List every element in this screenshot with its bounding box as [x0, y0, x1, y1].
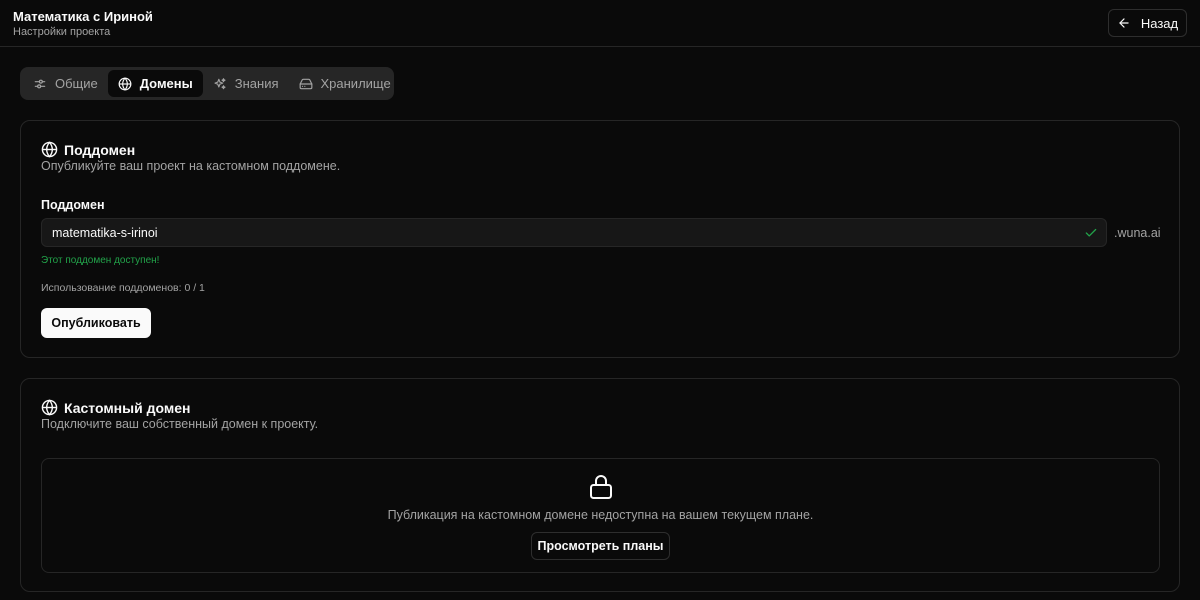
subdomain-card-title: Поддомен: [41, 141, 135, 158]
tab-label: Домены: [139, 76, 193, 91]
tab-general[interactable]: Общие: [23, 70, 108, 97]
sparkles-icon: [214, 77, 226, 89]
custom-domain-card-description: Подключите ваш собственный домен к проек…: [41, 417, 319, 431]
globe-icon: [41, 141, 58, 158]
back-button[interactable]: Назад: [1108, 9, 1187, 37]
page-header: Математика с Ириной Настройки проекта На…: [0, 0, 1200, 47]
subdomain-card-description: Опубликуйте ваш проект на кастомном подд…: [41, 159, 341, 173]
subdomain-input-wrapper: [41, 218, 1107, 247]
hard-drive-icon: [299, 78, 312, 89]
tab-domains[interactable]: Домены: [107, 70, 203, 97]
subdomain-field-label: Поддомен: [41, 198, 105, 212]
subdomain-card: Поддомен Опубликуйте ваш проект на касто…: [20, 120, 1180, 358]
tab-label: Хранилище: [320, 76, 391, 91]
tab-label: Знания: [234, 76, 279, 91]
custom-domain-card: Кастомный домен Подключите ваш собственн…: [20, 378, 1180, 592]
settings-tabs: Общие Домены Знания Хранилище: [20, 67, 394, 100]
back-button-label: Назад: [1140, 15, 1179, 31]
tab-storage[interactable]: Хранилище: [289, 70, 401, 97]
globe-icon: [118, 76, 132, 91]
check-icon: [1085, 228, 1097, 237]
arrow-left-icon: [1119, 18, 1129, 28]
tab-label: Общие: [55, 76, 98, 91]
card-title-text: Поддомен: [64, 141, 136, 158]
domain-suffix: .wuna.ai: [1114, 226, 1161, 240]
custom-domain-locked-panel: Публикация на кастомном домене недоступн…: [41, 458, 1160, 573]
lock-icon: [590, 475, 612, 499]
availability-message: Этот поддомен доступен!: [41, 255, 160, 266]
project-title: Математика с Ириной: [13, 9, 153, 24]
view-plans-button[interactable]: Просмотреть планы: [531, 532, 670, 560]
page-subtitle: Настройки проекта: [13, 26, 111, 38]
locked-message: Публикация на кастомном домене недоступн…: [387, 508, 814, 522]
tab-knowledge[interactable]: Знания: [203, 70, 289, 97]
card-title-text: Кастомный домен: [64, 399, 191, 416]
sliders-icon: [34, 79, 46, 88]
globe-icon: [41, 399, 58, 416]
subdomain-input[interactable]: [42, 219, 1106, 246]
subdomain-usage: Использование поддоменов: 0 / 1: [41, 282, 205, 294]
publish-button[interactable]: Опубликовать: [41, 308, 151, 338]
custom-domain-card-title: Кастомный домен: [41, 399, 190, 416]
